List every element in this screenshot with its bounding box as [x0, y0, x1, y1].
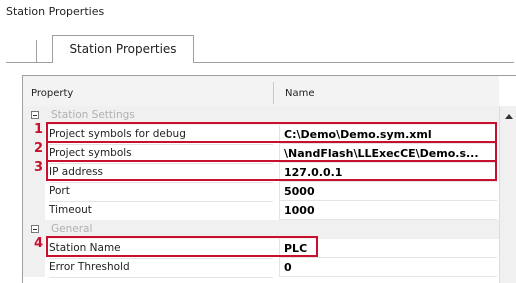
property-row[interactable]: IP address 127.0.0.1 [23, 163, 499, 183]
property-value[interactable]: \NandFlash\LLExecCE\Demo.s... [279, 144, 497, 163]
scroll-up-arrow-icon[interactable] [505, 114, 513, 119]
property-grid: Property Name Station Settings Project s… [22, 75, 516, 283]
row-gutter [23, 258, 45, 277]
category-label: Station Settings [51, 109, 135, 121]
column-separator[interactable] [273, 82, 274, 104]
property-value[interactable]: 0 [279, 258, 497, 277]
column-header: Property Name [23, 76, 499, 107]
property-name: Port [49, 182, 273, 202]
property-name: Station Name [49, 239, 273, 259]
column-header-name[interactable]: Name [285, 88, 315, 99]
property-row[interactable]: Station Name PLC [23, 239, 499, 259]
tab-left-stub [6, 40, 37, 62]
property-row[interactable]: Project symbols for debug C:\Demo\Demo.s… [23, 125, 499, 145]
property-row[interactable]: Error Threshold 0 [23, 258, 499, 278]
vertical-scrollbar[interactable] [499, 106, 516, 283]
tab-station-properties[interactable]: Station Properties [52, 35, 194, 63]
callout-number: 1 [34, 122, 44, 137]
property-name: IP address [49, 163, 273, 183]
property-value[interactable]: 1000 [279, 201, 497, 220]
collapse-icon[interactable] [31, 111, 39, 119]
callout-number: 2 [34, 141, 44, 156]
property-name: Project symbols for debug [49, 125, 273, 145]
property-row[interactable]: Timeout 1000 [23, 201, 499, 221]
category-general[interactable]: General [23, 220, 499, 239]
column-header-property[interactable]: Property [31, 88, 73, 99]
property-value[interactable]: 127.0.0.1 [279, 163, 497, 182]
property-name: Project symbols [49, 144, 273, 164]
property-name: Error Threshold [49, 258, 273, 278]
callout-number: 4 [34, 236, 44, 251]
property-name: Timeout [49, 201, 273, 221]
tab-label: Station Properties [69, 42, 177, 56]
callout-number: 3 [34, 160, 44, 175]
category-label: General [51, 223, 93, 235]
property-row[interactable]: Port 5000 [23, 182, 499, 202]
row-gutter [23, 182, 45, 201]
property-value[interactable]: C:\Demo\Demo.sym.xml [279, 125, 497, 144]
collapse-icon[interactable] [31, 225, 39, 233]
property-value[interactable]: 5000 [279, 182, 497, 201]
category-station-settings[interactable]: Station Settings [23, 106, 499, 125]
row-gutter [23, 201, 45, 220]
property-value[interactable]: PLC [279, 239, 497, 258]
window-title: Station Properties [6, 5, 105, 18]
property-row[interactable]: Project symbols \NandFlash\LLExecCE\Demo… [23, 144, 499, 164]
